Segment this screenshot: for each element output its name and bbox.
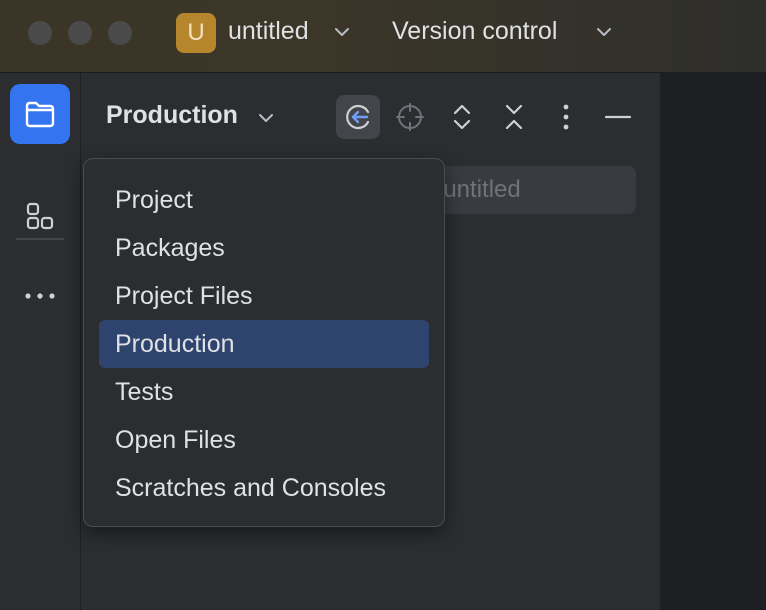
- version-control-dropdown[interactable]: Version control: [392, 17, 557, 46]
- expand-all-button[interactable]: [440, 95, 484, 139]
- project-badge[interactable]: U: [176, 13, 216, 53]
- menu-item-scratches-and-consoles[interactable]: Scratches and Consoles: [99, 464, 429, 512]
- chevron-down-icon[interactable]: [332, 22, 352, 42]
- structure-icon: [26, 202, 54, 230]
- menu-item-production[interactable]: Production: [99, 320, 429, 368]
- menu-item-project-files[interactable]: Project Files: [99, 272, 429, 320]
- view-mode-dropdown: Project Packages Project Files Productio…: [83, 158, 445, 527]
- editor-area: [661, 73, 766, 610]
- options-button[interactable]: [544, 95, 588, 139]
- select-opened-file-button[interactable]: [336, 95, 380, 139]
- menu-item-open-files[interactable]: Open Files: [99, 416, 429, 464]
- collapse-all-icon: [505, 104, 523, 130]
- close-window-button[interactable]: [28, 21, 52, 45]
- chevron-down-icon[interactable]: [256, 108, 276, 128]
- menu-item-tests[interactable]: Tests: [99, 368, 429, 416]
- chevron-down-icon[interactable]: [594, 22, 614, 42]
- title-bar: U untitled Version control: [0, 0, 766, 73]
- expand-all-icon: [453, 104, 471, 130]
- menu-item-packages[interactable]: Packages: [99, 224, 429, 272]
- select-opened-file-icon: [346, 104, 370, 130]
- minimize-icon: [604, 115, 632, 119]
- folder-icon: [25, 101, 55, 128]
- structure-tool-button[interactable]: [10, 186, 70, 246]
- crosshair-icon: [396, 103, 424, 131]
- tool-window-strip: [0, 73, 81, 610]
- zoom-window-button[interactable]: [108, 21, 132, 45]
- hide-panel-button[interactable]: [596, 95, 640, 139]
- more-tools-button[interactable]: [10, 266, 70, 326]
- project-tool-button[interactable]: [10, 84, 70, 144]
- collapse-all-button[interactable]: [492, 95, 536, 139]
- project-name-dropdown[interactable]: untitled: [228, 17, 309, 46]
- more-vertical-icon: [563, 104, 569, 130]
- locate-button[interactable]: [388, 95, 432, 139]
- menu-item-project[interactable]: Project: [99, 176, 429, 224]
- view-mode-selector[interactable]: Production: [106, 101, 238, 130]
- more-horizontal-icon: [25, 293, 55, 299]
- minimize-window-button[interactable]: [68, 21, 92, 45]
